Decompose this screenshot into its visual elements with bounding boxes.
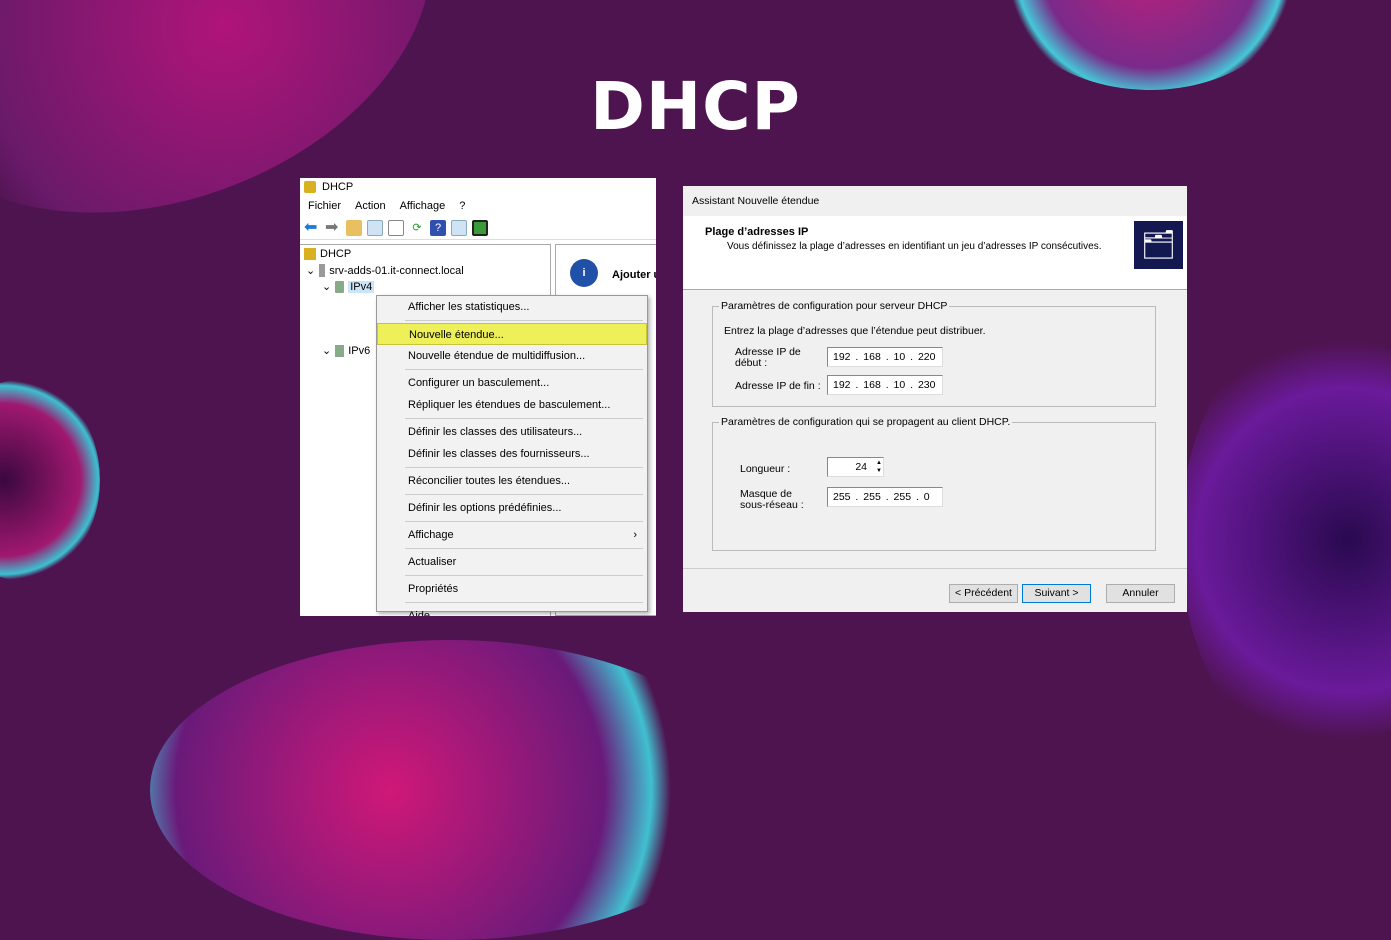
menu-item-classes-utilisateurs[interactable]: Définir les classes des utilisateurs...	[377, 421, 647, 443]
tree-node-dhcp[interactable]: DHCP	[304, 248, 351, 260]
divider	[683, 568, 1187, 569]
menu-item-aide[interactable]: Aide	[377, 605, 647, 616]
separator	[405, 602, 643, 603]
client-config-group: Paramètres de configuration qui se propa…	[712, 416, 1156, 551]
group-legend: Paramètres de configuration pour serveur…	[719, 300, 950, 312]
action-pane-icon[interactable]	[451, 219, 467, 236]
properties-icon[interactable]	[388, 219, 404, 236]
decor-blob	[0, 380, 100, 580]
help-icon[interactable]: ?	[430, 219, 446, 236]
back-button[interactable]: < Précédent	[949, 584, 1018, 603]
menu-item-actualiser[interactable]: Actualiser	[377, 551, 647, 573]
chevron-right-icon: ›	[633, 529, 637, 541]
tree-node-server[interactable]: ⌄ srv-adds-01.it-connect.local	[306, 264, 464, 277]
menu-help[interactable]: ?	[459, 200, 465, 212]
menu-item-affichage[interactable]: Affichage ›	[377, 524, 647, 546]
tree-label: srv-adds-01.it-connect.local	[329, 264, 464, 277]
mask-label: Masque de sous-réseau :	[740, 488, 804, 511]
menu-item-options-predefinies[interactable]: Définir les options prédéfinies...	[377, 497, 647, 519]
dhcp-trophy-icon	[304, 181, 316, 193]
group-legend: Paramètres de configuration qui se propa…	[719, 416, 1013, 428]
title-bar: DHCP	[300, 178, 656, 196]
spinner-arrows-icon[interactable]: ▲ ▼	[876, 459, 882, 475]
chevron-down-icon[interactable]: ⌄	[306, 264, 315, 277]
show-tree-icon[interactable]	[367, 219, 383, 236]
dhcp-console-window: DHCP Fichier Action Affichage ? ⬅ ➡ ⟳ ? …	[300, 178, 656, 616]
details-heading: Ajouter u	[612, 269, 656, 281]
separator	[405, 575, 643, 576]
wizard-subheading: Vous définissez la plage d’adresses en i…	[727, 241, 1102, 252]
wizard-title: Assistant Nouvelle étendue	[692, 195, 820, 207]
separator	[405, 494, 643, 495]
server-ok-icon	[335, 280, 345, 293]
server-ok-icon	[335, 344, 345, 357]
length-value: 24	[855, 461, 867, 473]
tree-node-ipv6[interactable]: ⌄ IPv6	[322, 344, 370, 357]
chevron-down-icon[interactable]: ⌄	[322, 280, 331, 293]
start-ip-input[interactable]: 192 . 168 . 10 . 220	[827, 347, 943, 367]
dhcp-trophy-icon	[304, 248, 316, 260]
menu-item-multidiffusion[interactable]: Nouvelle étendue de multidiffusion...	[377, 345, 647, 367]
server-config-group: Paramètres de configuration pour serveur…	[712, 300, 1156, 407]
forward-icon[interactable]: ➡	[325, 219, 341, 236]
menu-fichier[interactable]: Fichier	[308, 200, 341, 212]
separator	[405, 521, 643, 522]
decor-blob	[150, 640, 750, 940]
info-icon: i	[570, 259, 598, 287]
menu-item-reconcilier[interactable]: Réconcilier toutes les étendues...	[377, 470, 647, 492]
folders-icon: 🗂	[1134, 221, 1183, 269]
chevron-down-icon[interactable]: ⌄	[322, 344, 331, 357]
start-ip-label: Adresse IP de début :	[735, 346, 801, 369]
server-icon	[319, 264, 326, 277]
up-folder-icon[interactable]	[346, 219, 362, 236]
length-spinner[interactable]: 24 ▲ ▼	[827, 457, 884, 477]
end-ip-label: Adresse IP de fin :	[735, 380, 821, 392]
refresh-icon[interactable]: ⟳	[409, 220, 425, 236]
menu-action[interactable]: Action	[355, 200, 386, 212]
separator	[405, 369, 643, 370]
separator	[405, 467, 643, 468]
tree-node-ipv4[interactable]: ⌄ IPv4	[322, 280, 375, 293]
separator	[405, 548, 643, 549]
tree-label: IPv4	[348, 280, 375, 293]
next-button[interactable]: Suivant >	[1022, 584, 1091, 603]
length-label: Longueur :	[740, 463, 791, 475]
menu-item-repliquer[interactable]: Répliquer les étendues de basculement...	[377, 394, 647, 416]
menu-affichage[interactable]: Affichage	[400, 200, 446, 212]
menu-item-nouvelle-etendue[interactable]: Nouvelle étendue...	[377, 323, 647, 345]
tree-label: DHCP	[320, 248, 352, 260]
subnet-mask-input[interactable]: 255 . 255 . 255 . 0	[827, 487, 943, 507]
end-ip-input[interactable]: 192 . 168 . 10 . 230	[827, 375, 943, 395]
new-scope-wizard: Assistant Nouvelle étendue Plage d’adres…	[683, 186, 1187, 612]
menu-item-proprietes[interactable]: Propriétés	[377, 578, 647, 600]
toolbar: ⬅ ➡ ⟳ ?	[300, 216, 656, 240]
group-intro: Entrez la plage d’adresses que l’étendue…	[724, 325, 986, 337]
menu-item-statistiques[interactable]: Afficher les statistiques...	[377, 296, 647, 318]
tree-label: IPv6	[348, 344, 371, 357]
wizard-heading: Plage d’adresses IP	[705, 226, 809, 238]
monitor-icon[interactable]	[472, 219, 488, 236]
back-icon[interactable]: ⬅	[304, 219, 320, 236]
menu-label: Affichage	[408, 529, 454, 541]
menu-bar: Fichier Action Affichage ?	[300, 196, 656, 216]
context-menu: Afficher les statistiques... Nouvelle ét…	[376, 295, 648, 616]
separator	[405, 320, 643, 321]
cancel-button[interactable]: Annuler	[1106, 584, 1175, 603]
menu-item-basculement[interactable]: Configurer un basculement...	[377, 372, 647, 394]
separator	[405, 418, 643, 419]
window-title: DHCP	[322, 181, 354, 193]
page-title: DHCP	[590, 68, 801, 145]
wizard-header: Plage d’adresses IP Vous définissez la p…	[683, 216, 1187, 290]
decor-blob	[1180, 320, 1391, 760]
menu-item-classes-fournisseurs[interactable]: Définir les classes des fournisseurs...	[377, 443, 647, 465]
